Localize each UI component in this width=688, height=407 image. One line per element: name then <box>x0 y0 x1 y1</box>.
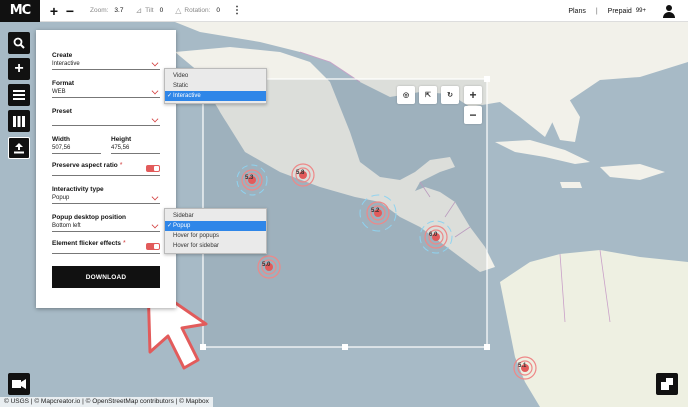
rotation-icon: △ <box>175 6 182 15</box>
interactivity-label: Interactivity type <box>52 186 104 193</box>
marker-label: 5.1 <box>518 363 527 369</box>
dropdown-option-hover-sidebar[interactable]: Hover for sidebar <box>165 241 266 251</box>
chevron-down-icon <box>151 87 159 95</box>
flicker-label: Element flicker effects <box>52 240 122 247</box>
required-marker: * <box>122 240 126 247</box>
interactivity-select[interactable]: Popup <box>52 193 160 204</box>
marker-label: 5.3 <box>245 175 254 181</box>
aspect-ratio-row: Preserve aspect ratio * <box>52 162 160 176</box>
marker-label: 5.0 <box>262 262 271 268</box>
export-button[interactable] <box>8 137 30 159</box>
format-label: Format <box>52 80 75 87</box>
chevron-down-icon <box>151 193 159 201</box>
popup-position-label: Popup desktop position <box>52 214 127 221</box>
land-cuba <box>495 140 590 164</box>
menu-icon <box>13 90 25 100</box>
chevron-down-icon <box>151 221 159 229</box>
zoom-out-icon: − <box>469 108 477 122</box>
create-dropdown: Video Static Interactive <box>164 68 267 104</box>
flicker-row: Element flicker effects * <box>52 240 160 254</box>
video-button[interactable] <box>8 373 30 395</box>
tilt-readout: ⊿ Tilt 0 <box>135 6 163 15</box>
fit-frame-button[interactable]: ⇱ <box>419 86 437 104</box>
zoom-readout: Zoom: 3.7 <box>90 7 123 14</box>
dropdown-option-hover-popups[interactable]: Hover for popups <box>165 231 266 241</box>
format-value: WEB <box>52 89 66 95</box>
remove-button[interactable]: − <box>62 0 78 22</box>
export-icon <box>14 143 24 154</box>
gps-icon: ◎ <box>402 92 410 99</box>
chevron-down-icon <box>151 115 159 123</box>
more-options-icon[interactable]: ⋮ <box>232 5 242 16</box>
minimap-icon <box>661 378 673 390</box>
map-attribution[interactable]: © USGS | © Mapcreator.io | © OpenStreetM… <box>0 397 213 407</box>
required-marker: * <box>119 162 123 169</box>
add-button[interactable]: + <box>46 0 62 22</box>
width-label: Width <box>52 136 70 143</box>
rotation-readout: △ Rotation: 0 <box>175 6 220 15</box>
interactivity-dropdown: Sidebar Popup Hover for popups Hover for… <box>164 208 267 254</box>
gps-button[interactable]: ◎ <box>397 86 415 104</box>
zoom-value[interactable]: 3.7 <box>114 7 123 14</box>
fit-frame-icon: ⇱ <box>425 92 431 99</box>
interactivity-value: Popup <box>52 195 70 201</box>
zoom-label: Zoom: <box>90 7 109 14</box>
account-area: Plans | Prepaid 99+ <box>568 0 676 22</box>
marker-label: 6.0 <box>429 232 438 238</box>
app-logo[interactable]: MC <box>0 0 40 22</box>
minimap-button[interactable] <box>656 373 678 395</box>
flicker-toggle[interactable] <box>146 243 160 250</box>
plans-link[interactable]: Plans <box>568 8 586 15</box>
tilt-label: Tilt <box>145 7 154 14</box>
zoom-in-button[interactable]: + <box>464 86 482 104</box>
prepaid-badge: 99+ <box>635 8 646 14</box>
dropdown-option-static[interactable]: Static <box>165 81 266 91</box>
zoom-in-icon: + <box>469 88 477 102</box>
rotation-value[interactable]: 0 <box>216 7 220 14</box>
land-jamaica <box>560 182 582 188</box>
height-input[interactable]: 475,56 <box>111 143 160 154</box>
search-button[interactable] <box>8 32 30 54</box>
dropdown-option-interactive[interactable]: Interactive <box>165 91 266 101</box>
zoom-out-button[interactable]: − <box>464 106 482 124</box>
user-icon[interactable] <box>662 4 676 18</box>
popup-position-select[interactable]: Bottom left <box>52 221 160 232</box>
popup-position-value: Bottom left <box>52 223 81 229</box>
separator: | <box>595 7 598 15</box>
top-toolbar: MC + − Zoom: 3.7 ⊿ Tilt 0 △ Rotation: 0 … <box>0 0 688 22</box>
dropdown-option-popup[interactable]: Popup <box>165 221 266 231</box>
download-button[interactable]: DOWNLOAD <box>52 266 160 288</box>
marker-label: 5.8 <box>296 170 305 176</box>
format-select[interactable]: WEB <box>52 87 160 98</box>
reset-rotation-icon: ↻ <box>447 92 453 99</box>
create-value: Interactive <box>52 61 80 67</box>
aspect-ratio-label: Preserve aspect ratio <box>52 162 118 169</box>
video-camera-icon <box>12 379 26 389</box>
create-select[interactable]: Interactive <box>52 59 160 70</box>
library-icon <box>13 115 25 127</box>
aspect-ratio-toggle[interactable] <box>146 165 160 172</box>
tilt-icon: ⊿ <box>135 6 143 15</box>
menu-button[interactable] <box>8 84 30 106</box>
preset-label: Preset <box>52 108 72 115</box>
height-label: Height <box>111 136 132 143</box>
search-icon <box>13 37 25 49</box>
marker-label: 5.2 <box>371 208 380 214</box>
add-layer-button[interactable]: + <box>8 58 30 80</box>
width-input[interactable]: 507,56 <box>52 143 101 154</box>
chevron-down-icon <box>151 59 159 67</box>
plus-icon: + <box>14 60 24 77</box>
reset-rotation-button[interactable]: ↻ <box>441 86 459 104</box>
library-button[interactable] <box>8 110 30 132</box>
prepaid-label[interactable]: Prepaid <box>608 8 632 15</box>
export-panel: Create Interactive Format WEB Preset Wid… <box>36 30 176 308</box>
dropdown-option-video[interactable]: Video <box>165 71 266 81</box>
rotation-label: Rotation: <box>184 7 211 14</box>
preset-select[interactable] <box>52 115 160 126</box>
tilt-value[interactable]: 0 <box>160 7 164 14</box>
land-hispaniola <box>600 164 665 180</box>
dropdown-option-sidebar[interactable]: Sidebar <box>165 211 266 221</box>
create-label: Create <box>52 52 73 59</box>
